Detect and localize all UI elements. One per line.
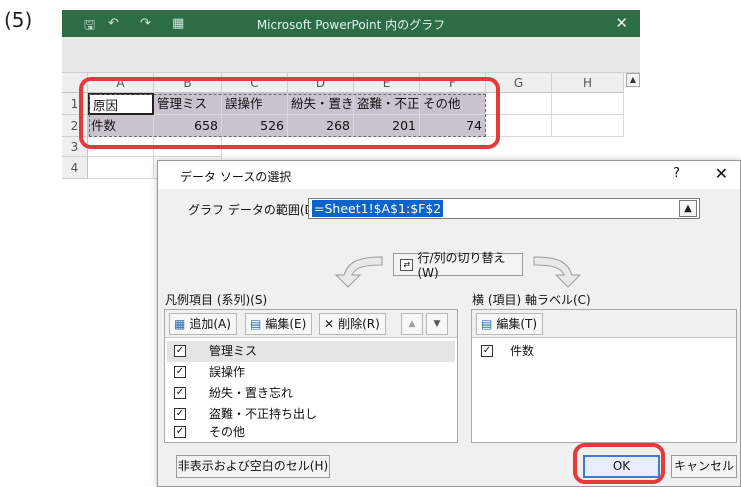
edit-axis-button[interactable]: ▤ 編集(T) xyxy=(476,313,544,335)
cell-a1[interactable]: 原因 xyxy=(88,93,154,115)
edit-series-label: 編集(E) xyxy=(265,317,307,331)
cell-e2[interactable]: 201 xyxy=(354,115,420,137)
row-header[interactable]: 4 xyxy=(62,157,88,179)
cell-g2[interactable] xyxy=(486,115,552,137)
cell-f2[interactable]: 74 xyxy=(420,115,486,137)
checkbox-checked-icon[interactable]: ✓ xyxy=(174,426,186,438)
cell-a3[interactable] xyxy=(88,137,154,157)
column-header[interactable]: E xyxy=(354,73,420,93)
delete-series-button[interactable]: ✕ 削除(R) xyxy=(319,313,386,335)
axis-item-label: 件数 xyxy=(510,344,535,358)
cell-a4[interactable] xyxy=(88,157,154,179)
cell-d2[interactable]: 268 xyxy=(288,115,354,137)
select-data-source-dialog: データ ソースの選択 ? ✕ グラフ データの範囲(D): =Sheet1!$A… xyxy=(157,160,741,487)
cell-a2[interactable]: 件数 xyxy=(88,115,154,137)
move-up-button[interactable]: ▲ xyxy=(401,313,423,335)
left-curved-arrow-icon xyxy=(334,256,383,288)
move-up-icon: ▲ xyxy=(408,319,416,329)
cell-g1[interactable] xyxy=(486,93,552,115)
ok-button[interactable]: OK xyxy=(583,455,660,478)
row-header[interactable]: 3 xyxy=(62,137,88,157)
dialog-title-bar: データ ソースの選択 ? ✕ xyxy=(158,161,740,189)
axis-labels-panel: ▤ 編集(T) ✓ 件数 xyxy=(471,309,737,443)
add-series-button[interactable]: ▦ 追加(A) xyxy=(169,313,237,335)
collapse-dialog-icon[interactable]: ▲ xyxy=(679,200,697,217)
help-icon[interactable]: ? xyxy=(673,166,680,181)
column-header[interactable]: D xyxy=(288,73,354,93)
cancel-button[interactable]: キャンセル xyxy=(671,455,737,478)
delete-series-label: 削除(R) xyxy=(338,317,380,331)
edit-icon: ▤ xyxy=(481,317,493,331)
switch-row-column-label: 行/列の切り替え(W) xyxy=(417,251,506,280)
checkbox-checked-icon[interactable]: ✓ xyxy=(481,345,493,357)
delete-x-icon: ✕ xyxy=(324,317,335,331)
chart-range-label: グラフ データの範囲(D): xyxy=(188,203,323,217)
checkbox-checked-icon[interactable]: ✓ xyxy=(174,387,186,399)
cell-c2[interactable]: 526 xyxy=(222,115,288,137)
column-header[interactable]: F xyxy=(420,73,486,93)
cell-e1[interactable]: 盗難・不正 xyxy=(354,93,420,115)
hidden-empty-cells-button[interactable]: 非表示および空白のセル(H) xyxy=(176,455,330,478)
edit-icon: ▤ xyxy=(250,317,262,331)
move-down-icon: ▼ xyxy=(433,319,441,329)
series-list-panel: ▦ 追加(A) ▤ 編集(E) ✕ 削除(R) ▲ ▼ ✓ 管理ミス ✓ 誤操作… xyxy=(164,309,458,443)
excel-close-icon[interactable]: ✕ xyxy=(615,14,628,32)
cell-b3[interactable] xyxy=(154,137,222,157)
switch-row-column-button[interactable]: ⇄ 行/列の切り替え(W) xyxy=(393,251,523,280)
series-item[interactable]: ✓ 管理ミス xyxy=(167,341,455,362)
axis-labels-label: 横 (項目) 軸ラベル(C) xyxy=(472,293,591,307)
dialog-title: データ ソースの選択 xyxy=(180,170,292,184)
cell-h1[interactable] xyxy=(552,93,624,115)
right-curved-arrow-icon xyxy=(533,256,582,288)
series-item[interactable]: ✓ その他 xyxy=(167,422,455,443)
series-name: 紛失・置き忘れ xyxy=(209,386,294,400)
step-number: (5) xyxy=(4,8,33,32)
scroll-up-icon[interactable]: ▲ xyxy=(626,73,640,87)
cell-b1[interactable]: 管理ミス xyxy=(154,93,222,115)
column-header[interactable]: C xyxy=(222,73,288,93)
excel-title-bar: 🖫 ↶ ↷ ▦ Microsoft PowerPoint 内のグラフ ✕ xyxy=(62,10,640,37)
move-down-button[interactable]: ▼ xyxy=(426,313,448,335)
checkbox-checked-icon[interactable]: ✓ xyxy=(174,366,186,378)
column-header[interactable]: A xyxy=(88,73,154,93)
axis-toolbar: ▤ 編集(T) xyxy=(472,310,736,338)
axis-item[interactable]: ✓ 件数 xyxy=(474,341,734,362)
series-toolbar: ▦ 追加(A) ▤ 編集(E) ✕ 削除(R) ▲ ▼ xyxy=(165,310,457,338)
edit-series-button[interactable]: ▤ 編集(E) xyxy=(245,313,313,335)
chart-range-input[interactable]: =Sheet1!$A$1:$F$2 ▲ xyxy=(308,198,700,219)
checkbox-checked-icon[interactable]: ✓ xyxy=(174,345,186,357)
cell-d1[interactable]: 紛失・置き xyxy=(288,93,354,115)
series-item[interactable]: ✓ 紛失・置き忘れ xyxy=(167,383,455,404)
select-all-corner[interactable] xyxy=(62,73,88,93)
cell-h2[interactable] xyxy=(552,115,624,137)
switch-row-column-icon: ⇄ xyxy=(400,258,414,271)
cell-f1[interactable]: その他 xyxy=(420,93,486,115)
cell-b2[interactable]: 658 xyxy=(154,115,222,137)
series-name: 管理ミス xyxy=(209,344,258,358)
add-series-label: 追加(A) xyxy=(189,317,231,331)
add-icon: ▦ xyxy=(174,317,186,331)
series-name: 誤操作 xyxy=(209,365,246,379)
series-name: その他 xyxy=(209,425,246,439)
column-header[interactable]: G xyxy=(486,73,552,93)
legend-entries-label: 凡例項目 (系列)(S) xyxy=(165,293,268,307)
excel-window-title: Microsoft PowerPoint 内のグラフ xyxy=(256,18,446,32)
row-header[interactable]: 2 xyxy=(62,115,88,137)
close-icon[interactable]: ✕ xyxy=(715,164,728,183)
excel-ribbon xyxy=(62,37,640,73)
edit-axis-label: 編集(T) xyxy=(496,317,538,331)
column-header[interactable]: H xyxy=(552,73,624,93)
cell-c1[interactable]: 誤操作 xyxy=(222,93,288,115)
row-header[interactable]: 1 xyxy=(62,93,88,115)
column-header[interactable]: B xyxy=(154,73,222,93)
series-item[interactable]: ✓ 誤操作 xyxy=(167,362,455,383)
checkbox-checked-icon[interactable]: ✓ xyxy=(174,408,186,420)
chart-range-value[interactable]: =Sheet1!$A$1:$F$2 xyxy=(312,200,444,217)
